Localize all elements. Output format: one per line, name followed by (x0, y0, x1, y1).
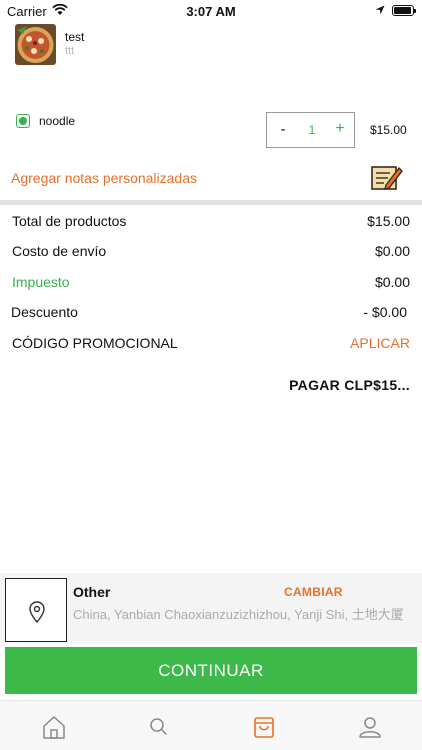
add-notes-link[interactable]: Agregar notas personalizadas (11, 170, 197, 186)
shipping-label: Costo de envío (12, 243, 107, 259)
home-icon[interactable] (40, 713, 68, 741)
promo-row: CÓDIGO PROMOCIONAL APLICAR (0, 335, 422, 357)
subtotal-value: $15.00 (367, 213, 410, 229)
discount-row: Descuento - $0.00 (0, 304, 422, 326)
address-map-box (5, 578, 67, 642)
map-pin-icon (29, 601, 45, 623)
bag-icon[interactable] (250, 713, 278, 741)
subtotal-row: Total de productos $15.00 (0, 213, 422, 235)
option-checkbox[interactable] (16, 114, 30, 128)
subtotal-label: Total de productos (12, 213, 127, 229)
promo-label: CÓDIGO PROMOCIONAL (12, 335, 178, 351)
status-time: 3:07 AM (186, 4, 236, 19)
change-address-button[interactable]: CAMBIAR (284, 585, 343, 599)
line-item-price: $15.00 (370, 123, 407, 137)
tax-row: Impuesto $0.00 (0, 274, 422, 296)
battery-icon (392, 5, 416, 16)
profile-icon[interactable] (356, 713, 384, 741)
edit-notes-icon[interactable] (370, 163, 404, 193)
continue-button[interactable]: CONTINUAR (5, 647, 417, 694)
product-image (15, 24, 56, 65)
tab-bar (0, 700, 422, 750)
shipping-row: Costo de envío $0.00 (0, 243, 422, 265)
discount-value: - $0.00 (363, 304, 407, 320)
quantity-stepper: - 1 + (266, 112, 355, 148)
product-description: ttt (65, 45, 75, 57)
pizza-image-icon (15, 24, 56, 65)
decrease-quantity-button[interactable]: - (276, 121, 290, 138)
increase-quantity-button[interactable]: + (333, 120, 347, 138)
section-divider (0, 200, 422, 205)
shipping-value: $0.00 (374, 243, 410, 259)
apply-promo-button[interactable]: APLICAR (350, 335, 410, 351)
location-arrow-icon (375, 5, 385, 15)
address-name: Other (73, 584, 111, 600)
quantity-value: 1 (308, 123, 316, 137)
tax-value: $0.00 (374, 274, 410, 290)
delivery-address-card: Other CAMBIAR China, Yanbian Chaoxianzuz… (0, 573, 422, 643)
pay-total: PAGAR CLP$15... (289, 377, 410, 393)
search-icon[interactable] (145, 713, 173, 741)
checkout-screen: Carrier 3:07 AM test ttt noodle - 1 + $1… (0, 0, 422, 750)
option-label: noodle (39, 114, 76, 128)
address-text: China, Yanbian Chaoxianzuzizhizhou, Yanj… (73, 607, 404, 622)
status-bar: Carrier 3:07 AM (0, 0, 422, 22)
product-name: test (65, 30, 85, 44)
discount-label: Descuento (11, 304, 78, 320)
tax-label: Impuesto (12, 274, 70, 290)
